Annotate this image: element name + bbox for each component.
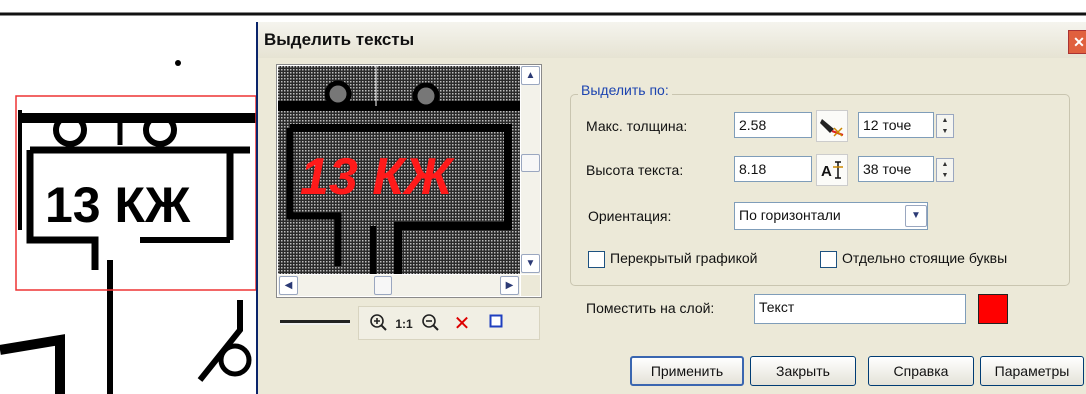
zoom-tool-strip: 1:1 ✕ bbox=[358, 306, 540, 340]
horizontal-scroll-thumb[interactable] bbox=[374, 276, 392, 295]
zoom-out-icon[interactable] bbox=[419, 313, 441, 335]
thickness-pick-icon[interactable] bbox=[816, 110, 848, 142]
one-to-one-button[interactable]: 1:1 bbox=[393, 313, 415, 335]
max-thickness-points-input[interactable]: 12 точе bbox=[858, 112, 934, 138]
delete-icon[interactable]: ✕ bbox=[451, 313, 473, 335]
frame-icon[interactable] bbox=[485, 313, 507, 335]
overlapped-by-graphics-label: Перекрытый графикой bbox=[610, 250, 758, 266]
preview-text: 13 КЖ bbox=[300, 148, 455, 206]
zoom-in-icon[interactable] bbox=[367, 313, 389, 335]
text-height-points-input[interactable]: 38 точе bbox=[858, 156, 934, 182]
orientation-select[interactable]: По горизонтали bbox=[734, 202, 928, 230]
text-height-input[interactable]: 8.18 bbox=[734, 156, 812, 182]
layer-label: Поместить на слой: bbox=[586, 300, 715, 316]
spin-down-icon[interactable]: ▼ bbox=[937, 170, 953, 181]
spin-up-icon[interactable]: ▲ bbox=[937, 115, 953, 126]
apply-button[interactable]: Применить bbox=[630, 356, 744, 386]
scroll-right-icon[interactable]: ▶ bbox=[500, 276, 519, 295]
orientation-selected: По горизонтали bbox=[739, 207, 841, 223]
preview-toolbar: 1:1 ✕ bbox=[276, 304, 540, 340]
svg-text:A: A bbox=[821, 163, 832, 180]
scroll-up-icon[interactable]: ▲ bbox=[521, 66, 540, 85]
horizontal-scrollbar[interactable]: ◀ ▶ bbox=[278, 275, 520, 296]
layer-input[interactable]: Текст bbox=[754, 294, 966, 324]
params-button[interactable]: Параметры bbox=[980, 356, 1084, 386]
vertical-scrollbar[interactable]: ▲ ▼ bbox=[521, 66, 540, 274]
chevron-down-icon[interactable]: ▼ bbox=[905, 205, 927, 227]
select-texts-dialog: Выделить тексты ✕ 13 КЖ ▲ ▼ ◀ ▶ 1:1 ✕ Вы… bbox=[256, 22, 1086, 394]
preview-canvas[interactable]: 13 КЖ bbox=[278, 66, 520, 274]
scroll-down-icon[interactable]: ▼ bbox=[521, 254, 540, 273]
separate-letters-label: Отдельно стоящие буквы bbox=[842, 250, 1008, 266]
dialog-title: Выделить тексты bbox=[264, 30, 415, 49]
separate-letters-checkbox[interactable] bbox=[820, 251, 837, 268]
layer-color-swatch[interactable] bbox=[978, 294, 1008, 324]
overlapped-by-graphics-checkbox[interactable] bbox=[588, 251, 605, 268]
select-by-legend: Выделить по: bbox=[578, 82, 672, 98]
max-thickness-label: Макс. толщина: bbox=[586, 118, 688, 134]
background-scan-text: 13 КЖ bbox=[45, 177, 191, 233]
line-thickness-sample bbox=[280, 320, 350, 325]
max-thickness-spinner[interactable]: ▲ ▼ bbox=[936, 114, 954, 138]
text-height-spinner[interactable]: ▲ ▼ bbox=[936, 158, 954, 182]
vertical-scroll-thumb[interactable] bbox=[521, 154, 540, 172]
text-height-label: Высота текста: bbox=[586, 162, 684, 178]
preview-panel: 13 КЖ ▲ ▼ ◀ ▶ bbox=[276, 64, 542, 298]
scroll-left-icon[interactable]: ◀ bbox=[279, 276, 298, 295]
max-thickness-input[interactable]: 2.58 bbox=[734, 112, 812, 138]
orientation-label: Ориентация: bbox=[588, 208, 672, 224]
close-button[interactable]: Закрыть bbox=[750, 356, 856, 386]
dialog-titlebar[interactable]: Выделить тексты ✕ bbox=[258, 22, 1086, 58]
spin-down-icon[interactable]: ▼ bbox=[937, 126, 953, 137]
text-height-pick-icon[interactable]: A bbox=[816, 154, 848, 186]
scrollbar-corner bbox=[521, 275, 540, 296]
help-button[interactable]: Справка bbox=[868, 356, 974, 386]
close-icon[interactable]: ✕ bbox=[1068, 30, 1086, 54]
spin-up-icon[interactable]: ▲ bbox=[937, 159, 953, 170]
